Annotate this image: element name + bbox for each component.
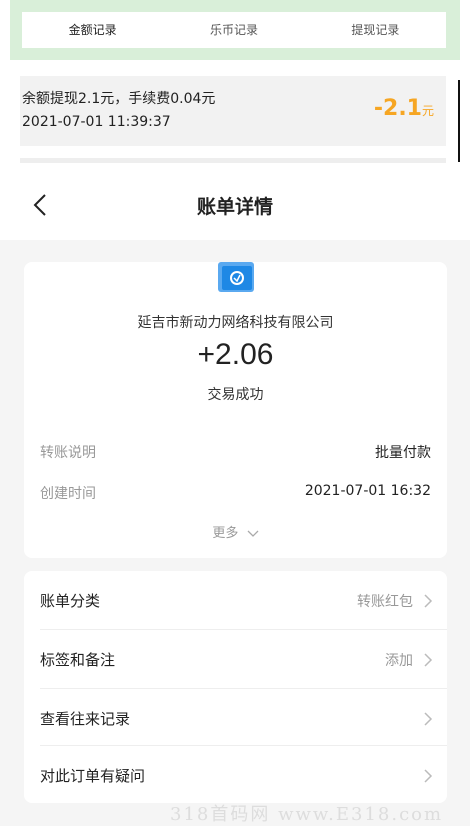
bill-category-label: 账单分类	[40, 592, 101, 610]
merchant-name: 延吉市新动力网络科技有限公司	[137, 315, 334, 331]
tags-notes-value: 添加	[385, 653, 413, 669]
chevron-down-icon	[247, 530, 259, 537]
tags-notes-label: 标签和备注	[40, 651, 116, 669]
chevron-right-icon	[424, 594, 433, 608]
record-tabs: 金额记录 乐币记录 提现记录	[22, 12, 446, 48]
record-description: 余额提现2.1元，手续费0.04元	[22, 91, 216, 107]
record-item[interactable]: 余额提现2.1元，手续费0.04元 2021-07-01 11:39:37 -2…	[20, 76, 446, 146]
created-time-value: 2021-07-01 16:32	[304, 483, 431, 499]
bill-detail-header: 账单详情	[0, 170, 470, 240]
list-item-tags-notes[interactable]: 标签和备注 添加	[24, 630, 447, 688]
bill-summary-card: 延吉市新动力网络科技有限公司 +2.06 交易成功 转账说明 批量付款 创建时间…	[24, 262, 447, 558]
merchant-logo-icon	[218, 262, 254, 292]
records-screen: 金额记录 乐币记录 提现记录 余额提现2.1元，手续费0.04元 2021-07…	[0, 0, 470, 165]
chevron-right-icon	[424, 769, 433, 783]
bill-category-value: 转账红包	[357, 594, 413, 610]
transfer-note-value: 批量付款	[375, 445, 431, 461]
record-amount: -2.1元	[374, 96, 434, 121]
page-title: 账单详情	[196, 196, 273, 218]
scrollbar-edge	[458, 80, 460, 162]
transfer-note-label: 转账说明	[40, 445, 96, 461]
created-time-label: 创建时间	[40, 486, 96, 502]
order-question-label: 对此订单有疑问	[40, 767, 146, 785]
list-item-bill-category[interactable]: 账单分类 转账红包	[24, 571, 447, 629]
watermark: 318首码网 www.E318.com	[170, 804, 444, 825]
chevron-right-icon	[424, 653, 433, 667]
bill-actions-list: 账单分类 转账红包 标签和备注 添加 查看往来记录 对此订单有疑问	[24, 571, 447, 803]
view-history-label: 查看往来记录	[40, 710, 131, 728]
transaction-status: 交易成功	[207, 387, 264, 403]
list-item-view-history[interactable]: 查看往来记录	[24, 689, 447, 747]
tab-withdraw-records[interactable]: 提现记录	[305, 12, 446, 48]
transaction-amount: +2.06	[197, 338, 274, 371]
next-record-edge	[20, 158, 446, 163]
more-button[interactable]: 更多	[24, 522, 447, 541]
record-time: 2021-07-01 11:39:37	[22, 114, 171, 130]
tab-coin-records[interactable]: 乐币记录	[163, 12, 304, 48]
record-amount-unit: 元	[421, 104, 434, 118]
more-label: 更多	[212, 526, 239, 541]
record-amount-value: -2.1	[373, 96, 422, 121]
tab-balance-records[interactable]: 金额记录	[22, 12, 163, 48]
chevron-right-icon	[424, 712, 433, 726]
list-item-order-question[interactable]: 对此订单有疑问	[24, 746, 447, 804]
